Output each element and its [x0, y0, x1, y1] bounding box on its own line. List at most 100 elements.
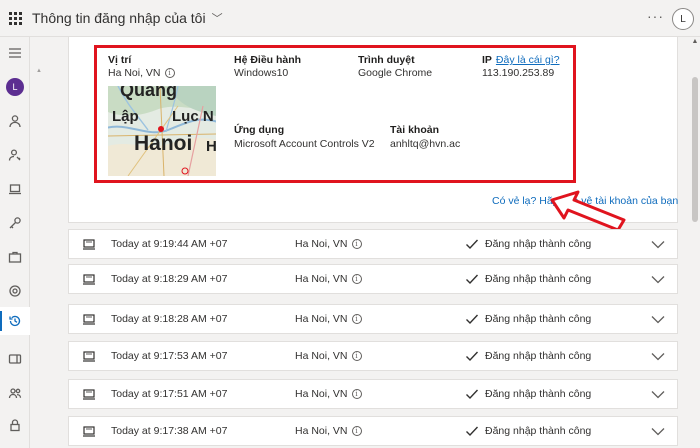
activity-time: Today at 9:17:53 AM +07: [111, 350, 228, 362]
activity-status: Đăng nhập thành công: [485, 238, 592, 250]
activity-location-row: Ha Noi, VN i: [295, 313, 362, 325]
rail-item-privacy[interactable]: [0, 411, 30, 439]
rail-item-subscriptions[interactable]: [0, 379, 30, 407]
waffle-icon: [8, 11, 22, 25]
location-map: Quang Lập Lục N Hanoi H: [108, 86, 216, 176]
device-icon: [83, 314, 95, 325]
info-icon[interactable]: i: [351, 274, 362, 284]
rail-item-security-info[interactable]: [0, 141, 30, 169]
scroll-up-icon: ▲: [36, 68, 42, 74]
checkmark-icon: [466, 389, 479, 400]
left-navigation-rail: L: [0, 37, 30, 448]
activity-location-row: Ha Noi, VN i: [295, 425, 362, 437]
chevron-down-icon[interactable]: [651, 350, 665, 362]
lock-icon: [10, 419, 20, 432]
key-icon: [9, 217, 21, 229]
chevron-down-icon[interactable]: [651, 238, 665, 250]
chevron-down-icon[interactable]: [651, 313, 665, 325]
more-options-button[interactable]: ···: [647, 8, 663, 24]
device-icon: [83, 274, 95, 285]
ip-label-row: IP Đây là cái gì?: [482, 54, 560, 66]
checkmark-icon: [466, 239, 479, 250]
scroll-up-icon: ▲: [691, 38, 699, 45]
page-title-dropdown[interactable]: Thông tin đăng nhập của tôi ﹀: [32, 10, 223, 26]
avatar: L: [6, 78, 24, 96]
activity-time: Today at 9:17:51 AM +07: [111, 388, 228, 400]
activity-location: Ha Noi, VN: [295, 238, 348, 250]
main-scrollbar[interactable]: ▲: [690, 37, 700, 448]
location-value: Ha Noi, VN: [108, 67, 161, 79]
activity-status: Đăng nhập thành công: [485, 273, 592, 285]
rail-item-devices[interactable]: [0, 175, 30, 203]
info-icon[interactable]: i: [164, 68, 175, 78]
chevron-down-icon[interactable]: [651, 388, 665, 400]
rail-profile-button[interactable]: L: [0, 73, 30, 101]
hamburger-icon: [9, 48, 21, 58]
map-label: Lập: [112, 108, 139, 125]
app-launcher-button[interactable]: [0, 0, 30, 37]
activity-location: Ha Noi, VN: [295, 350, 348, 362]
chevron-down-icon: ﹀: [211, 13, 223, 25]
rail-item-recent-activity[interactable]: [0, 307, 30, 335]
laptop-icon: [9, 184, 21, 195]
activity-status: Đăng nhập thành công: [485, 350, 592, 362]
activity-time: Today at 9:18:28 AM +07: [111, 313, 228, 325]
activity-time: Today at 9:17:38 AM +07: [111, 425, 228, 437]
activity-location: Ha Noi, VN: [295, 313, 348, 325]
info-icon[interactable]: i: [351, 351, 362, 361]
rail-item-office-apps[interactable]: [0, 345, 30, 373]
history-icon: [9, 315, 21, 327]
device-icon: [83, 351, 95, 362]
activity-row[interactable]: Today at 9:17:53 AM +07 Ha Noi, VN i Đăng n…: [68, 341, 678, 371]
activity-row[interactable]: Today at 9:18:29 AM +07 Ha Noi, VN i Đăng n…: [68, 264, 678, 294]
rail-item-password[interactable]: [0, 209, 30, 237]
map-label: H: [206, 138, 216, 155]
ip-help-link[interactable]: Đây là cái gì?: [496, 54, 560, 66]
chevron-down-icon[interactable]: [651, 273, 665, 285]
activity-row[interactable]: Today at 9:18:28 AM +07 Ha Noi, VN i Đăng n…: [68, 304, 678, 334]
scrollbar-thumb[interactable]: [692, 77, 698, 222]
account-avatar-button[interactable]: L: [672, 8, 694, 30]
browser-label: Trình duyệt: [358, 54, 415, 66]
info-icon[interactable]: i: [351, 426, 362, 436]
checkmark-icon: [466, 274, 479, 285]
activity-row[interactable]: Today at 9:19:44 AM +07 Ha Noi, VN i Đăng n…: [68, 229, 678, 259]
device-icon: [83, 389, 95, 400]
map-label: Lục N: [172, 108, 214, 125]
account-value: anhltq@hvn.ac: [390, 138, 461, 150]
rail-scrollbar[interactable]: ▲: [36, 68, 42, 448]
rail-item-organizations[interactable]: [0, 243, 30, 271]
os-value: Windows10: [234, 67, 289, 79]
hamburger-menu-button[interactable]: [0, 39, 30, 67]
location-label: Vị trí: [108, 54, 132, 66]
people-icon: [8, 388, 22, 399]
activity-status: Đăng nhập thành công: [485, 425, 592, 437]
top-header: Thông tin đăng nhập của tôi ﹀ ··· L: [0, 0, 700, 37]
activity-time: Today at 9:18:29 AM +07: [111, 273, 228, 285]
activity-location-row: Ha Noi, VN i: [295, 273, 362, 285]
account-label: Tài khoản: [390, 124, 440, 136]
chevron-down-icon[interactable]: [651, 425, 665, 437]
activity-time: Today at 9:19:44 AM +07: [111, 238, 228, 250]
activity-location-row: Ha Noi, VN i: [295, 350, 362, 362]
activity-location: Ha Noi, VN: [295, 425, 348, 437]
os-label: Hệ Điều hành: [234, 54, 302, 66]
apps-icon: [8, 354, 22, 364]
rail-item-overview[interactable]: [0, 107, 30, 135]
info-icon[interactable]: i: [351, 314, 362, 324]
ip-label: IP: [482, 54, 492, 66]
briefcase-icon: [8, 251, 22, 263]
checkmark-icon: [466, 314, 479, 325]
checkmark-icon: [466, 426, 479, 437]
activity-row[interactable]: Today at 9:17:51 AM +07 Ha Noi, VN i Đăng n…: [68, 379, 678, 409]
map-label: Quang: [120, 86, 177, 100]
activity-row[interactable]: Today at 9:17:38 AM +07 Ha Noi, VN i Đăng n…: [68, 416, 678, 446]
activity-location-row: Ha Noi, VN i: [295, 238, 362, 250]
activity-status: Đăng nhập thành công: [485, 388, 592, 400]
rail-item-settings[interactable]: [0, 277, 30, 305]
info-icon[interactable]: i: [351, 239, 362, 249]
map-label: Hanoi: [134, 132, 193, 155]
info-icon[interactable]: i: [351, 389, 362, 399]
person-key-icon: [8, 149, 21, 161]
person-icon: [9, 115, 21, 128]
